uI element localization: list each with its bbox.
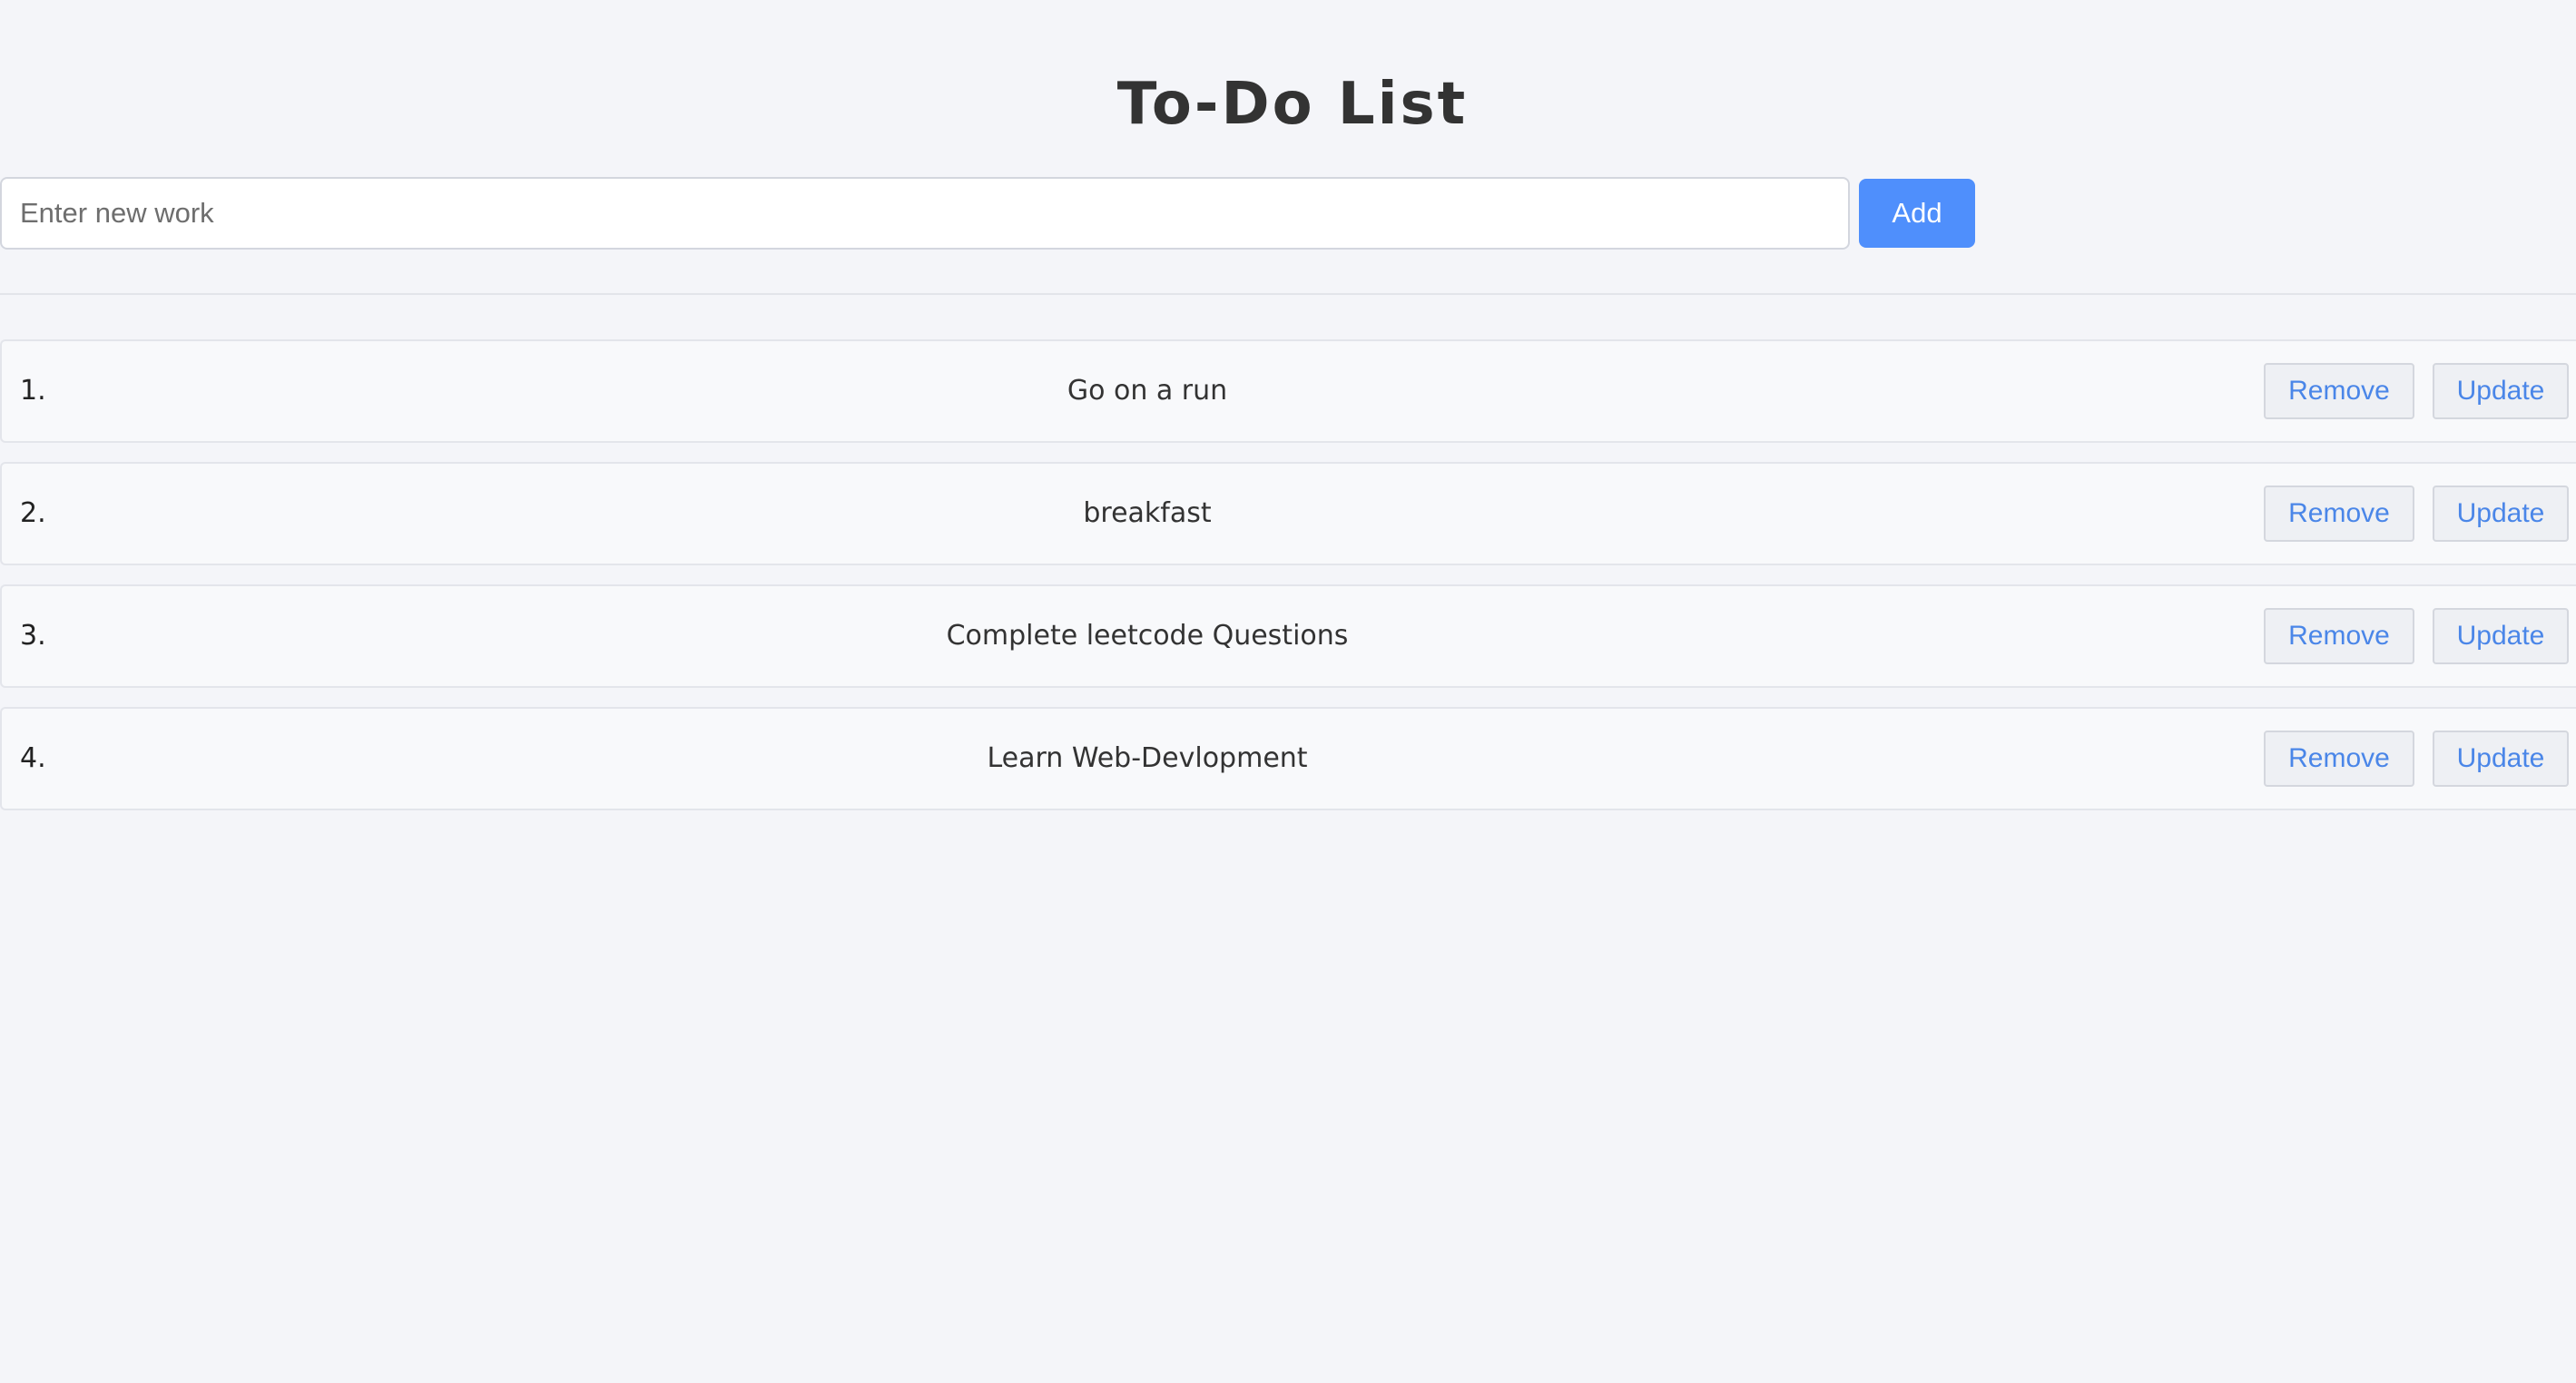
divider: [0, 293, 2576, 295]
todo-item-text: Learn Web-Devlopment: [987, 742, 1308, 774]
remove-button[interactable]: Remove: [2264, 731, 2414, 787]
todo-item-text: Complete leetcode Questions: [946, 620, 1349, 652]
todo-item: 1. Go on a run Remove Update: [0, 339, 2576, 443]
remove-button[interactable]: Remove: [2264, 486, 2414, 542]
remove-button[interactable]: Remove: [2264, 363, 2414, 419]
remove-button[interactable]: Remove: [2264, 608, 2414, 664]
update-button[interactable]: Update: [2433, 486, 2569, 542]
todo-item-text: Go on a run: [1067, 375, 1228, 407]
add-button[interactable]: Add: [1859, 179, 1975, 248]
update-button[interactable]: Update: [2433, 731, 2569, 787]
update-button[interactable]: Update: [2433, 363, 2569, 419]
todo-item: 2. breakfast Remove Update: [0, 462, 2576, 565]
todo-item: 3. Complete leetcode Questions Remove Up…: [0, 584, 2576, 688]
update-button[interactable]: Update: [2433, 608, 2569, 664]
todo-item-text: breakfast: [1083, 497, 1212, 529]
todo-item: 4. Learn Web-Devlopment Remove Update: [0, 707, 2576, 810]
todo-list: 1. Go on a run Remove Update 2. breakfas…: [0, 339, 2576, 829]
page-title: To-Do List: [1116, 71, 1469, 138]
new-work-input[interactable]: [0, 177, 1850, 250]
